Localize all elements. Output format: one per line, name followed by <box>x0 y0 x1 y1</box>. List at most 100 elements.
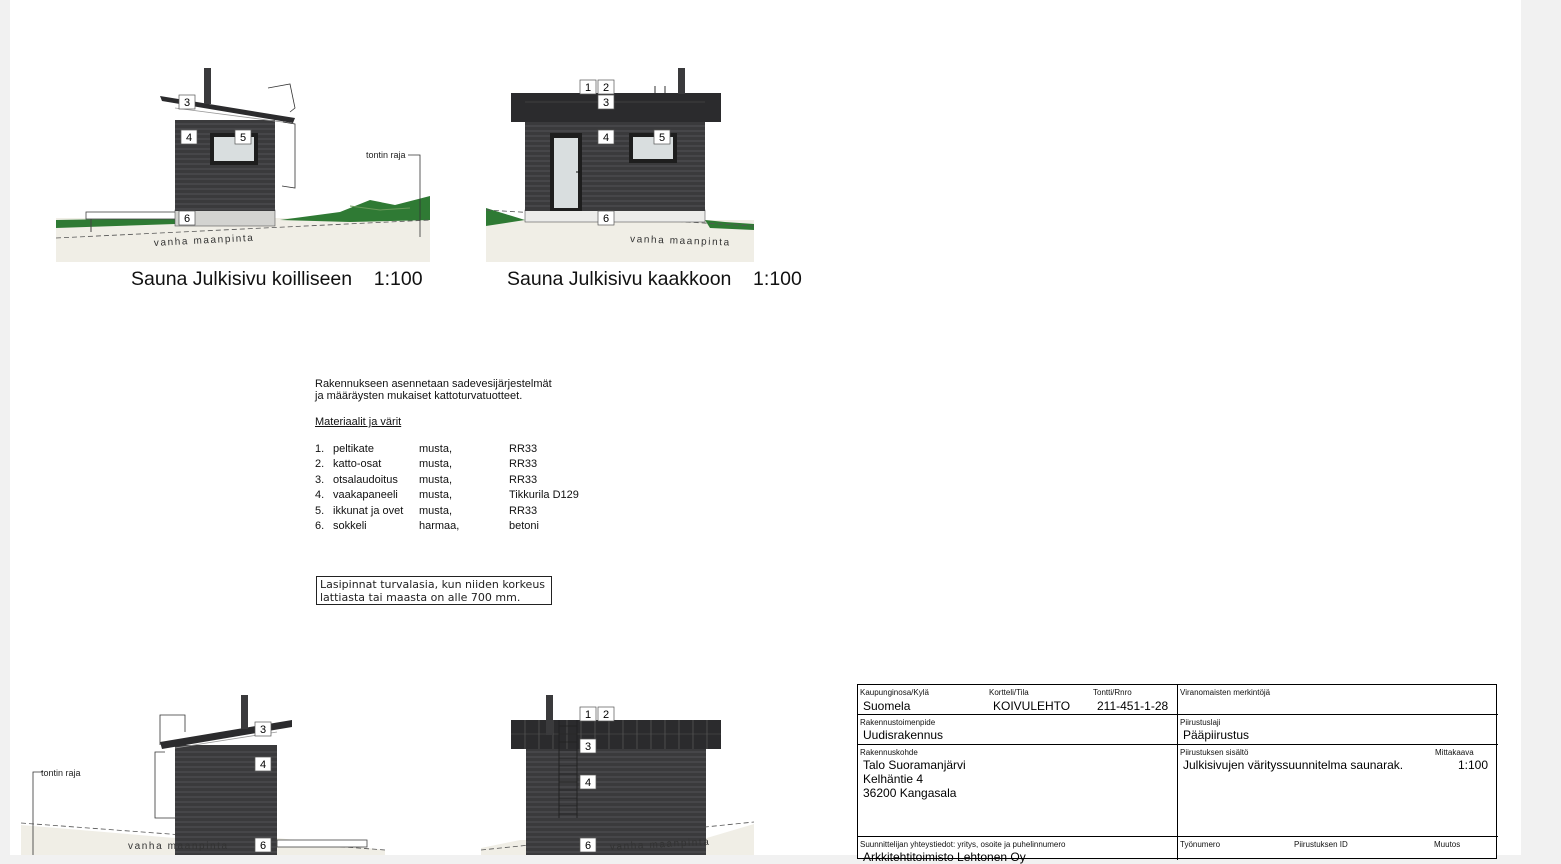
chimney <box>546 695 553 735</box>
material-code: betoni <box>509 519 539 532</box>
svg-text:3: 3 <box>184 97 190 109</box>
material-part: sokkeli <box>333 519 367 532</box>
tag-4: 4 <box>597 129 615 145</box>
material-color: musta, <box>419 458 453 471</box>
tag-3: 3 <box>178 94 196 110</box>
kaupunginosa-value: Suomela <box>863 699 911 713</box>
tag-4: 4 <box>180 129 198 145</box>
title-block: Kaupunginosa/Kylä Suomela Kortteli/Tila … <box>857 684 1498 864</box>
material-no: 3. <box>315 473 325 486</box>
toimenpide-label: Rakennustoimenpide <box>860 718 936 727</box>
sisalto-label: Piirustuksen sisältö <box>1180 748 1249 757</box>
material-color: musta, <box>419 473 453 486</box>
material-row: 5. ikkunat ja ovet musta, RR33 <box>315 505 599 520</box>
boundary-label: tontin raja <box>366 150 406 160</box>
material-no: 1. <box>315 443 325 455</box>
svg-text:3: 3 <box>603 97 609 109</box>
plinth <box>524 209 706 223</box>
terrace <box>276 839 368 848</box>
svg-text:2: 2 <box>603 82 609 94</box>
svg-text:3: 3 <box>260 724 266 736</box>
svg-text:6: 6 <box>260 840 266 852</box>
svg-text:6: 6 <box>585 840 591 852</box>
material-row: 6. sokkeli harmaa, betoni <box>315 520 599 535</box>
svg-text:5: 5 <box>240 132 246 144</box>
tag-3: 3 <box>254 721 272 737</box>
material-no: 6. <box>315 519 325 532</box>
chimney <box>678 68 685 94</box>
roof <box>511 93 721 122</box>
piirustus-id-label: Piirustuksen ID <box>1294 840 1348 849</box>
svg-text:1: 1 <box>585 82 591 94</box>
material-no: 2. <box>315 458 325 471</box>
kohde-line-1: Talo Suoramanjärvi <box>863 758 966 772</box>
kortteli-label: Kortteli/Tila <box>989 688 1029 697</box>
ground-label: vanha maanpinta <box>128 841 229 852</box>
kohde-line-2: Kelhäntie 4 <box>863 772 924 786</box>
warning-line-1: Lasipinnat turvalasia, kun niiden korkeu… <box>320 578 546 591</box>
tag-2: 2 <box>597 79 615 95</box>
material-code: RR33 <box>509 458 538 471</box>
tag-1: 1 <box>579 79 597 95</box>
tag-4: 4 <box>254 756 272 772</box>
materials-heading: Materiaalit ja värit <box>315 416 402 428</box>
mittakaava-label: Mittakaava <box>1435 748 1474 757</box>
materials-table: 1. peltikate musta, RR33 2. katto-osat musta, R… <box>315 443 599 535</box>
terrace <box>85 211 177 220</box>
sisalto-value: Julkisivujen värityssuunnitelma saunarak… <box>1183 758 1404 772</box>
material-row: 2. katto-osat musta, RR33 <box>315 458 599 473</box>
suunnittelija-label: Suunnittelijan yhteystiedot: yritys, oso… <box>860 840 1066 849</box>
tag-2: 2 <box>597 706 615 722</box>
svg-text:1: 1 <box>585 709 591 721</box>
boundary-label: tontin raja <box>41 768 81 778</box>
warning-line-2: lattiasta tai maasta on alle 700 mm. <box>320 591 521 604</box>
tag-6: 6 <box>178 210 196 226</box>
chimney <box>241 695 248 729</box>
material-row: 3. otsalaudoitus musta, RR33 <box>315 474 599 489</box>
muutos-label: Muutos <box>1434 840 1461 849</box>
roof <box>511 720 721 749</box>
elevation-bottom-left: tontin raja vanha maanpinta 3 4 6 <box>20 695 386 855</box>
kohde-label: Rakennuskohde <box>860 748 918 757</box>
piirustuslaji-label: Piirustuslaji <box>1180 718 1221 727</box>
material-part: katto-osat <box>333 458 382 471</box>
roof <box>160 720 292 749</box>
tag-4: 4 <box>579 774 597 790</box>
tag-1: 1 <box>579 706 597 722</box>
tag-6: 6 <box>597 210 615 226</box>
tontti-label: Tontti/Rnro <box>1093 688 1132 697</box>
tag-3: 3 <box>579 738 597 754</box>
kortteli-value: KOIVULEHTO <box>993 699 1071 713</box>
material-part: peltikate <box>333 443 374 455</box>
piirustuslaji-value: Pääpiirustus <box>1183 728 1250 742</box>
tyonumero-label: Työnumero <box>1180 840 1221 849</box>
chimney <box>204 68 211 104</box>
svg-text:4: 4 <box>260 759 266 771</box>
glass-warning: Lasipinnat turvalasia, kun niiden korkeu… <box>316 576 552 605</box>
material-color: musta, <box>419 504 453 517</box>
note-line-2: ja määräysten mukaiset kattoturvatuottee… <box>315 390 523 402</box>
material-no: 5. <box>315 504 325 517</box>
svg-text:4: 4 <box>585 777 591 789</box>
tag-5: 5 <box>234 129 252 145</box>
svg-text:6: 6 <box>184 213 190 225</box>
svg-text:4: 4 <box>603 132 609 144</box>
material-no: 4. <box>315 489 325 502</box>
toimenpide-value: Uudisrakennus <box>863 728 944 742</box>
material-part: vaakapaneeli <box>333 489 398 502</box>
mittakaava-value: 1:100 <box>1458 758 1489 772</box>
material-color: harmaa, <box>419 519 460 532</box>
tag-5: 5 <box>653 129 671 145</box>
material-color: musta, <box>419 443 453 455</box>
tag-6: 6 <box>254 837 272 853</box>
elevation-southeast: vanha maanpinta 1 2 3 4 5 6 <box>485 68 755 262</box>
material-color: musta, <box>419 489 453 502</box>
elevation-northeast: tontin raja vanha maanpinta 3 4 5 6 <box>55 68 431 262</box>
tag-3: 3 <box>597 94 615 110</box>
kaupunginosa-label: Kaupunginosa/Kylä <box>860 688 929 697</box>
caption-southeast: Sauna Julkisivu kaakkoon 1:100 <box>507 268 802 290</box>
material-code: RR33 <box>509 473 538 486</box>
material-part: otsalaudoitus <box>333 473 398 486</box>
kohde-line-3: 36200 Kangasala <box>863 786 957 800</box>
elevation-bottom-right: vanha maanpinta 1 2 3 4 6 <box>480 695 755 855</box>
